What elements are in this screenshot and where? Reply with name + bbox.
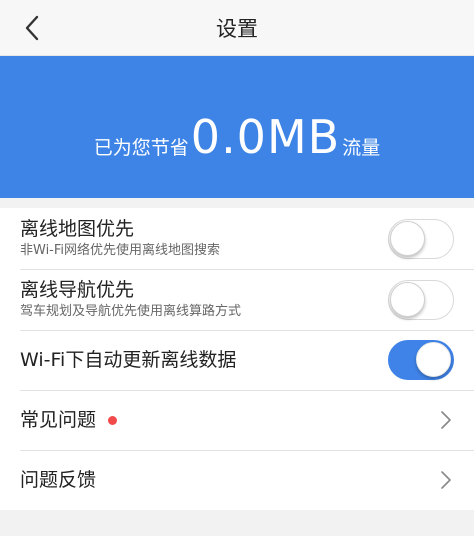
settings-screen: 设置 已为您节省 0.0MB 流量 离线地图优先 非Wi-Fi网络优先使用离线地… <box>0 0 474 536</box>
traffic-saved-amount: 0.0MB <box>190 110 341 164</box>
setting-faq[interactable]: 常见问题 <box>0 390 474 450</box>
settings-list: 离线地图优先 非Wi-Fi网络优先使用离线地图搜索 离线导航优先 驾车规划及导航… <box>0 208 474 510</box>
setting-text: 离线地图优先 非Wi-Fi网络优先使用离线地图搜索 <box>20 217 220 260</box>
back-button[interactable] <box>14 10 50 46</box>
traffic-saved-suffix: 流量 <box>342 137 381 159</box>
wifi-auto-update-toggle[interactable] <box>388 340 454 380</box>
setting-label: 离线导航优先 <box>20 279 135 301</box>
chevron-right-icon <box>440 469 454 491</box>
header-bar: 设置 <box>0 0 474 56</box>
toggle-knob <box>416 342 451 377</box>
page-title: 设置 <box>216 16 258 41</box>
offline-map-first-toggle[interactable] <box>388 218 454 259</box>
setting-label: 离线地图优先 <box>20 218 135 240</box>
red-dot-badge <box>108 416 118 425</box>
traffic-saved-text: 已为您节省 0.0MB 流量 <box>94 112 380 162</box>
chevron-left-icon <box>25 15 39 41</box>
setting-text: 离线导航优先 驾车规划及导航优先使用离线算路方式 <box>20 278 241 321</box>
setting-description: 驾车规划及导航优先使用离线算路方式 <box>20 304 242 319</box>
setting-description: 非Wi-Fi网络优先使用离线地图搜索 <box>20 243 221 258</box>
setting-label: 常见问题 <box>20 409 97 431</box>
setting-offline-map-first[interactable]: 离线地图优先 非Wi-Fi网络优先使用离线地图搜索 <box>0 208 474 269</box>
toggle-knob <box>390 281 425 317</box>
setting-offline-navigation-first[interactable]: 离线导航优先 驾车规划及导航优先使用离线算路方式 <box>0 269 474 330</box>
chevron-right-icon <box>440 409 454 431</box>
toggle-knob <box>390 220 425 256</box>
traffic-saved-prefix: 已为您节省 <box>93 137 189 159</box>
offline-navigation-first-toggle[interactable] <box>388 279 454 320</box>
setting-label: Wi-Fi下自动更新离线数据 <box>20 349 237 371</box>
setting-label: 问题反馈 <box>20 469 97 491</box>
setting-feedback[interactable]: 问题反馈 <box>0 450 474 510</box>
setting-wifi-auto-update[interactable]: Wi-Fi下自动更新离线数据 <box>0 330 474 390</box>
traffic-saved-banner: 已为您节省 0.0MB 流量 <box>0 56 474 198</box>
